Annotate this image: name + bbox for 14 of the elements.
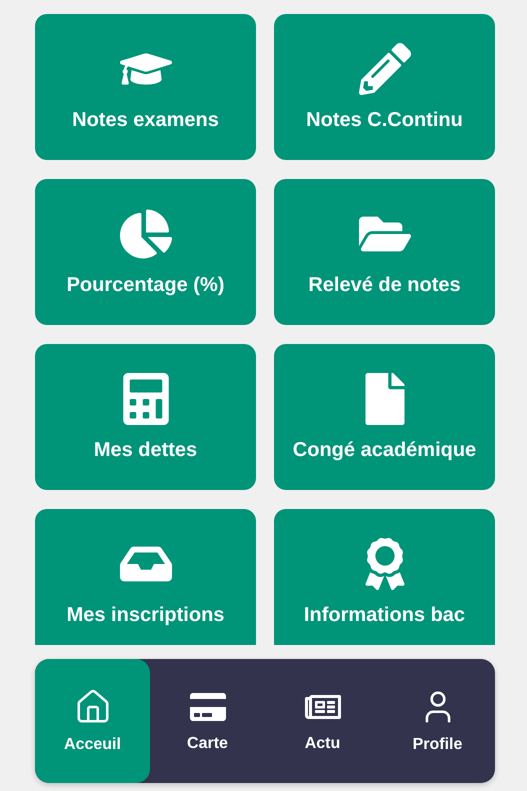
- nav-tab[interactable]: Profile: [380, 659, 495, 783]
- pie-chart-icon: [120, 208, 172, 260]
- menu-tile[interactable]: Notes C.Continu: [274, 14, 495, 160]
- menu-tile[interactable]: Pourcentage (%): [35, 179, 256, 325]
- menu-tile[interactable]: Informations bac: [274, 509, 495, 645]
- menu-tile[interactable]: Congé académique: [274, 344, 495, 490]
- menu-tile[interactable]: Relevé de notes: [274, 179, 495, 325]
- nav-tab[interactable]: Carte: [150, 659, 265, 783]
- menu-tile[interactable]: Notes examens: [35, 14, 256, 160]
- nav-tab[interactable]: Acceuil: [35, 659, 150, 783]
- menu-tile[interactable]: Mes inscriptions: [35, 509, 256, 645]
- nav-tab[interactable]: Actu: [265, 659, 380, 783]
- pencil-icon: [358, 42, 410, 94]
- menu-tile[interactable]: Mes dettes: [35, 344, 256, 490]
